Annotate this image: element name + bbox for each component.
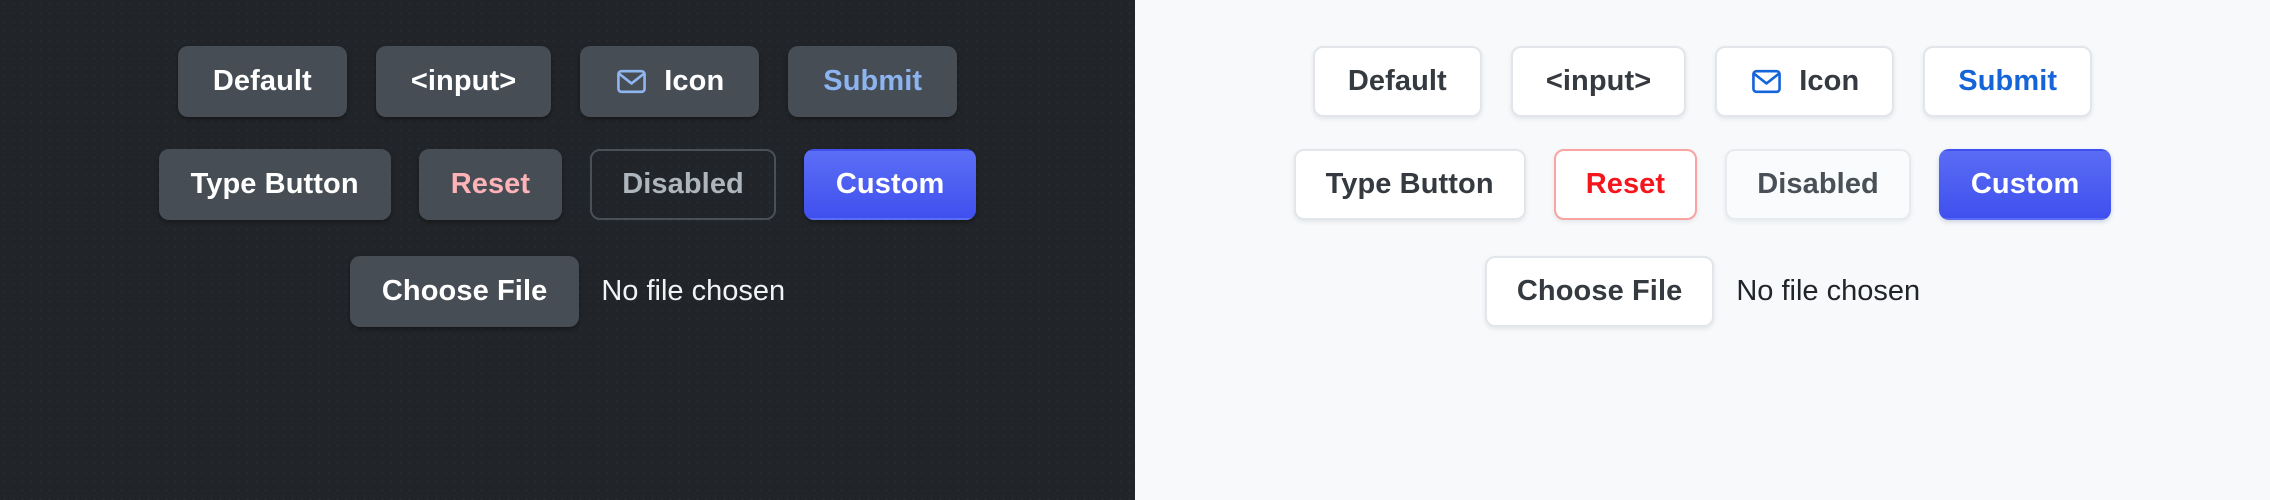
choose-file-button[interactable]: Choose File	[1484, 256, 1715, 327]
type-button[interactable]: Type Button	[1293, 149, 1526, 220]
reset-button[interactable]: Reset	[1553, 149, 1698, 220]
icon-button-label: Icon	[1799, 65, 1860, 97]
submit-button[interactable]: Submit	[1923, 46, 2093, 117]
disabled-button-label: Disabled	[1757, 168, 1879, 200]
type-button[interactable]: Type Button	[158, 149, 391, 220]
custom-button[interactable]: Custom	[1938, 149, 2112, 220]
button-showcase: Default <input> Icon Submit Type Button …	[0, 0, 2270, 500]
type-button-label: Type Button	[190, 168, 359, 200]
reset-button-label: Reset	[1585, 168, 1666, 200]
input-button[interactable]: <input>	[375, 46, 552, 117]
dark-file-input-row: Choose File No file chosen	[349, 256, 786, 327]
envelope-icon	[1750, 65, 1783, 98]
icon-button[interactable]: Icon	[580, 46, 760, 117]
file-status-text: No file chosen	[1736, 275, 1921, 307]
dark-primary-button-row: Default <input> Icon Submit	[177, 46, 958, 117]
default-button-label: Default	[212, 65, 312, 97]
icon-button-label: Icon	[664, 65, 725, 97]
submit-button-label: Submit	[823, 65, 923, 97]
input-button-label: <input>	[410, 65, 517, 97]
default-button[interactable]: Default	[1312, 46, 1482, 117]
dark-theme-panel: Default <input> Icon Submit Type Button …	[0, 0, 1135, 500]
submit-button-label: Submit	[1958, 65, 2058, 97]
disabled-button: Disabled	[1725, 149, 1911, 220]
reset-button-label: Reset	[450, 168, 531, 200]
choose-file-button-label: Choose File	[381, 275, 548, 307]
light-primary-button-row: Default <input> Icon Submit	[1312, 46, 2093, 117]
submit-button[interactable]: Submit	[788, 46, 958, 117]
choose-file-button-label: Choose File	[1516, 275, 1683, 307]
light-file-input-row: Choose File No file chosen	[1484, 256, 1921, 327]
type-button-label: Type Button	[1325, 168, 1494, 200]
dark-secondary-button-row: Type Button Reset Disabled Custom	[158, 149, 977, 220]
default-button[interactable]: Default	[177, 46, 347, 117]
input-button[interactable]: <input>	[1510, 46, 1687, 117]
choose-file-button[interactable]: Choose File	[349, 256, 580, 327]
icon-button[interactable]: Icon	[1715, 46, 1895, 117]
file-status-text: No file chosen	[601, 275, 786, 307]
custom-button-label: Custom	[835, 168, 945, 200]
disabled-button: Disabled	[590, 149, 776, 220]
custom-button[interactable]: Custom	[803, 149, 977, 220]
disabled-button-label: Disabled	[622, 168, 744, 200]
default-button-label: Default	[1347, 65, 1447, 97]
envelope-icon	[615, 65, 648, 98]
custom-button-label: Custom	[1970, 168, 2080, 200]
light-theme-panel: Default <input> Icon Submit Type Button …	[1135, 0, 2270, 500]
input-button-label: <input>	[1545, 65, 1652, 97]
light-secondary-button-row: Type Button Reset Disabled Custom	[1293, 149, 2112, 220]
reset-button[interactable]: Reset	[418, 149, 563, 220]
